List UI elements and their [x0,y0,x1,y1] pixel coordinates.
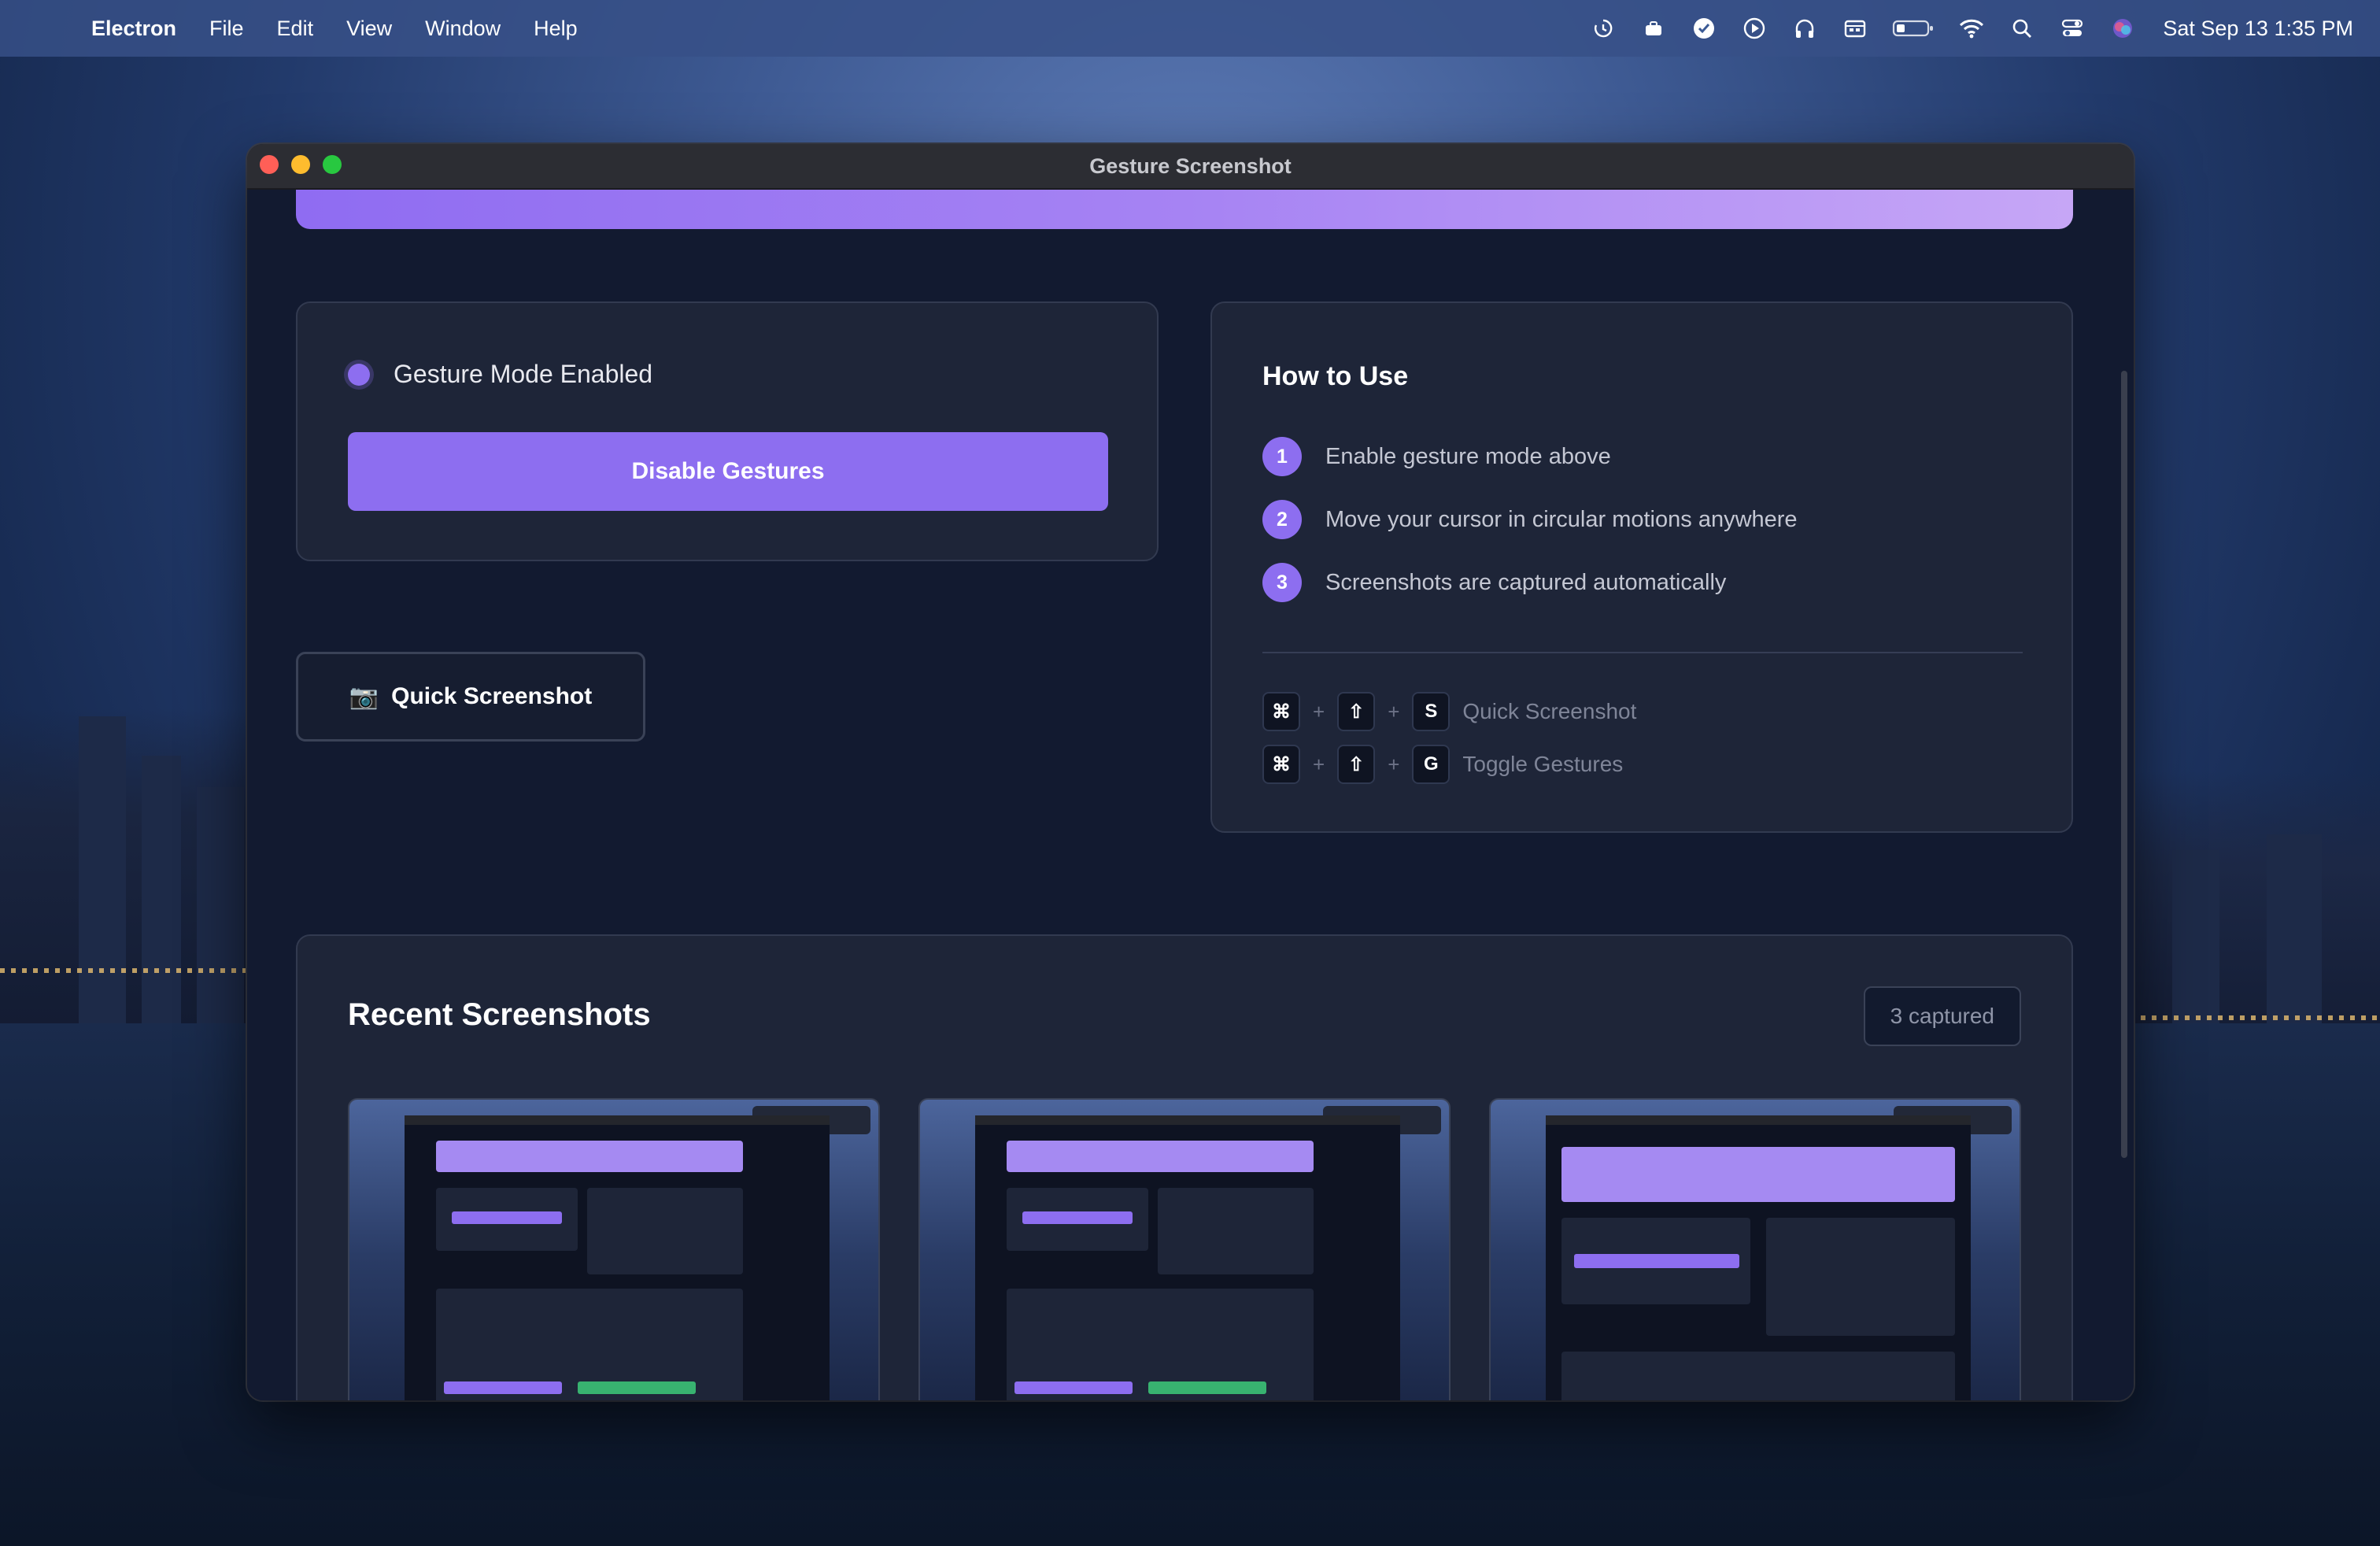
shift-key-icon: ⇧ [1337,745,1376,784]
shortcut-quick-screenshot: ⌘ + ⇧ + S Quick Screenshot [1262,692,1636,731]
step-2: 2 Move your cursor in circular motions a… [1262,500,1798,539]
zoom-window-button[interactable] [323,155,342,174]
menu-view[interactable]: View [346,17,392,41]
quick-screenshot-button[interactable]: 📷 Quick Screenshot [296,652,645,742]
screenshot-thumbnail[interactable] [918,1098,1451,1400]
minimize-window-button[interactable] [291,155,310,174]
menu-help[interactable]: Help [534,17,578,41]
plus-sign: + [1388,699,1400,723]
plus-sign: + [1388,752,1400,776]
plus-sign: + [1313,752,1325,776]
app-window: Gesture Screenshot Gesture Mode Enabled … [247,144,2134,1400]
camera-icon: 📷 [349,683,379,710]
window-scrollbar[interactable] [2121,371,2127,1158]
play-circle-icon[interactable] [1741,15,1768,42]
gesture-status-card: Gesture Mode Enabled Disable Gestures [296,301,1159,561]
recent-screenshots-card: Recent Screenshots 3 captured [296,934,2073,1400]
menu-window[interactable]: Window [425,17,501,41]
menu-edit[interactable]: Edit [277,17,314,41]
disable-gestures-button[interactable]: Disable Gestures [348,432,1108,511]
shortcut-toggle-gestures: ⌘ + ⇧ + G Toggle Gestures [1262,745,1623,784]
wifi-icon[interactable] [1958,15,1985,42]
gesture-status-label: Gesture Mode Enabled [394,360,653,388]
apple-logo-icon[interactable] [31,15,55,42]
step-text: Move your cursor in circular motions any… [1325,506,1798,532]
step-number-badge: 3 [1262,563,1302,602]
recent-screenshots-title: Recent Screenshots [348,997,651,1032]
how-to-use-title: How to Use [1262,361,1409,391]
captured-count-badge: 3 captured [1863,986,2021,1046]
g-key: G [1412,745,1451,784]
screenshot-thumbnail[interactable] [348,1098,880,1400]
quick-screenshot-label: Quick Screenshot [391,683,593,709]
header-banner [296,190,2073,229]
shortcut-label: Quick Screenshot [1462,699,1637,723]
calendar-widget-icon[interactable] [1842,15,1868,42]
step-1: 1 Enable gesture mode above [1262,437,1611,476]
how-to-use-card: How to Use 1 Enable gesture mode above 2… [1210,301,2073,833]
control-center-icon[interactable] [2059,15,2086,42]
briefcase-icon[interactable] [1640,15,1667,42]
siri-icon[interactable] [2109,15,2136,42]
spotlight-search-icon[interactable] [2009,15,2035,42]
plus-sign: + [1313,699,1325,723]
command-key-icon: ⌘ [1262,692,1300,731]
step-number-badge: 1 [1262,437,1302,476]
step-text: Screenshots are captured automatically [1325,569,1727,595]
close-window-button[interactable] [260,155,279,174]
battery-icon[interactable] [1892,15,1935,42]
macos-menu-bar: Electron File Edit View Window Help Sat … [0,0,2380,57]
shortcut-label: Toggle Gestures [1462,752,1624,776]
status-indicator-dot [348,364,370,386]
screenshot-thumbnail[interactable] [1489,1098,2021,1400]
s-key: S [1412,692,1451,731]
menu-file[interactable]: File [209,17,244,41]
headphones-icon[interactable] [1791,15,1818,42]
time-machine-icon[interactable] [1590,15,1617,42]
menu-app-name[interactable]: Electron [91,17,176,41]
window-titlebar[interactable]: Gesture Screenshot [247,144,2134,190]
menubar-clock[interactable]: Sat Sep 13 1:35 PM [2163,17,2353,41]
shift-key-icon: ⇧ [1337,692,1376,731]
checkmark-circle-icon[interactable] [1691,15,1717,42]
step-number-badge: 2 [1262,500,1302,539]
step-3: 3 Screenshots are captured automatically [1262,563,1726,602]
how-to-divider [1262,652,2023,653]
command-key-icon: ⌘ [1262,745,1300,784]
window-title: Gesture Screenshot [1089,153,1292,178]
step-text: Enable gesture mode above [1325,443,1611,469]
app-content: Gesture Mode Enabled Disable Gestures 📷 … [247,190,2134,1400]
